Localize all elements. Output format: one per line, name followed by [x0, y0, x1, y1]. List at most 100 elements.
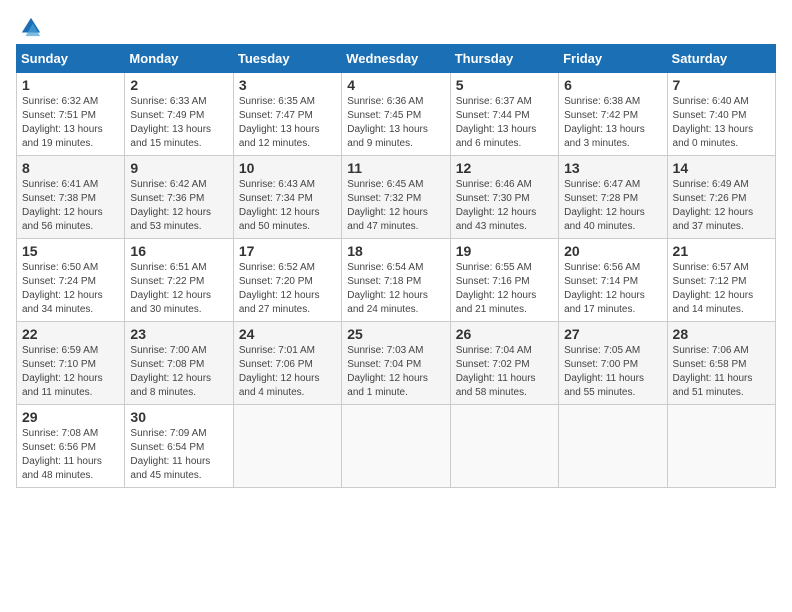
day-info: Sunrise: 6:45 AM Sunset: 7:32 PM Dayligh…: [347, 178, 444, 234]
calendar-cell: 5 Sunrise: 6:37 AM Sunset: 7:44 PM Daylig…: [450, 73, 558, 156]
day-info: Sunrise: 6:46 AM Sunset: 7:30 PM Dayligh…: [456, 178, 553, 234]
day-number: 17: [239, 243, 336, 259]
day-number: 6: [564, 77, 661, 93]
calendar-cell: 6 Sunrise: 6:38 AM Sunset: 7:42 PM Daylig…: [559, 73, 667, 156]
day-info: Sunrise: 6:41 AM Sunset: 7:38 PM Dayligh…: [22, 178, 119, 234]
day-info: Sunrise: 7:01 AM Sunset: 7:06 PM Dayligh…: [239, 344, 336, 400]
day-info: Sunrise: 7:00 AM Sunset: 7:08 PM Dayligh…: [130, 344, 227, 400]
calendar-week-row: 8 Sunrise: 6:41 AM Sunset: 7:38 PM Daylig…: [17, 156, 776, 239]
calendar-header-row: SundayMondayTuesdayWednesdayThursdayFrid…: [17, 45, 776, 73]
calendar-cell: 2 Sunrise: 6:33 AM Sunset: 7:49 PM Daylig…: [125, 73, 233, 156]
calendar-cell: 29 Sunrise: 7:08 AM Sunset: 6:56 PM Dayli…: [17, 405, 125, 488]
day-info: Sunrise: 6:54 AM Sunset: 7:18 PM Dayligh…: [347, 261, 444, 317]
calendar-cell: 19 Sunrise: 6:55 AM Sunset: 7:16 PM Dayli…: [450, 239, 558, 322]
calendar-cell: 10Sunrise: 6:43 AM Sunset: 7:34 PM Dayli…: [233, 156, 341, 239]
weekday-header: Saturday: [667, 45, 775, 73]
day-number: 1: [22, 77, 119, 93]
day-info: Sunrise: 6:55 AM Sunset: 7:16 PM Dayligh…: [456, 261, 553, 317]
day-info: Sunrise: 7:08 AM Sunset: 6:56 PM Dayligh…: [22, 427, 119, 483]
day-number: 20: [564, 243, 661, 259]
day-number: 21: [673, 243, 770, 259]
weekday-header: Tuesday: [233, 45, 341, 73]
day-info: Sunrise: 6:51 AM Sunset: 7:22 PM Dayligh…: [130, 261, 227, 317]
calendar-cell: 4 Sunrise: 6:36 AM Sunset: 7:45 PM Daylig…: [342, 73, 450, 156]
day-info: Sunrise: 6:49 AM Sunset: 7:26 PM Dayligh…: [673, 178, 770, 234]
page-header: [16, 16, 776, 38]
calendar-cell: [450, 405, 558, 488]
calendar-cell: 28 Sunrise: 7:06 AM Sunset: 6:58 PM Dayli…: [667, 322, 775, 405]
calendar-week-row: 15 Sunrise: 6:50 AM Sunset: 7:24 PM Dayli…: [17, 239, 776, 322]
day-number: 22: [22, 326, 119, 342]
calendar-cell: 25Sunrise: 7:03 AM Sunset: 7:04 PM Dayli…: [342, 322, 450, 405]
calendar-cell: [559, 405, 667, 488]
day-number: 9: [130, 160, 227, 176]
day-number: 8: [22, 160, 119, 176]
day-info: Sunrise: 6:36 AM Sunset: 7:45 PM Dayligh…: [347, 95, 444, 151]
day-info: Sunrise: 6:38 AM Sunset: 7:42 PM Dayligh…: [564, 95, 661, 151]
day-number: 15: [22, 243, 119, 259]
day-number: 12: [456, 160, 553, 176]
calendar-cell: [342, 405, 450, 488]
day-number: 18: [347, 243, 444, 259]
day-info: Sunrise: 7:06 AM Sunset: 6:58 PM Dayligh…: [673, 344, 770, 400]
calendar-cell: 1 Sunrise: 6:32 AM Sunset: 7:51 PM Daylig…: [17, 73, 125, 156]
day-info: Sunrise: 7:05 AM Sunset: 7:00 PM Dayligh…: [564, 344, 661, 400]
day-number: 29: [22, 409, 119, 425]
day-info: Sunrise: 6:42 AM Sunset: 7:36 PM Dayligh…: [130, 178, 227, 234]
day-number: 23: [130, 326, 227, 342]
weekday-header: Wednesday: [342, 45, 450, 73]
day-info: Sunrise: 6:59 AM Sunset: 7:10 PM Dayligh…: [22, 344, 119, 400]
day-number: 14: [673, 160, 770, 176]
weekday-header: Monday: [125, 45, 233, 73]
calendar-cell: [233, 405, 341, 488]
calendar-cell: 18 Sunrise: 6:54 AM Sunset: 7:18 PM Dayli…: [342, 239, 450, 322]
day-info: Sunrise: 6:37 AM Sunset: 7:44 PM Dayligh…: [456, 95, 553, 151]
day-info: Sunrise: 7:09 AM Sunset: 6:54 PM Dayligh…: [130, 427, 227, 483]
weekday-header: Sunday: [17, 45, 125, 73]
calendar-cell: 16Sunrise: 6:51 AM Sunset: 7:22 PM Dayli…: [125, 239, 233, 322]
day-number: 5: [456, 77, 553, 93]
calendar-cell: 15 Sunrise: 6:50 AM Sunset: 7:24 PM Dayli…: [17, 239, 125, 322]
calendar-cell: 7 Sunrise: 6:40 AM Sunset: 7:40 PM Daylig…: [667, 73, 775, 156]
day-number: 11: [347, 160, 444, 176]
calendar-cell: 17 Sunrise: 6:52 AM Sunset: 7:20 PM Dayli…: [233, 239, 341, 322]
day-info: Sunrise: 6:47 AM Sunset: 7:28 PM Dayligh…: [564, 178, 661, 234]
calendar-table: SundayMondayTuesdayWednesdayThursdayFrid…: [16, 44, 776, 488]
day-number: 2: [130, 77, 227, 93]
day-number: 4: [347, 77, 444, 93]
weekday-header: Thursday: [450, 45, 558, 73]
day-info: Sunrise: 6:57 AM Sunset: 7:12 PM Dayligh…: [673, 261, 770, 317]
day-number: 7: [673, 77, 770, 93]
day-info: Sunrise: 6:40 AM Sunset: 7:40 PM Dayligh…: [673, 95, 770, 151]
day-number: 10: [239, 160, 336, 176]
calendar-cell: 13 Sunrise: 6:47 AM Sunset: 7:28 PM Dayli…: [559, 156, 667, 239]
calendar-cell: 30 Sunrise: 7:09 AM Sunset: 6:54 PM Dayli…: [125, 405, 233, 488]
day-info: Sunrise: 6:33 AM Sunset: 7:49 PM Dayligh…: [130, 95, 227, 151]
calendar-cell: 3 Sunrise: 6:35 AM Sunset: 7:47 PM Daylig…: [233, 73, 341, 156]
logo: [16, 16, 42, 38]
calendar-cell: 24 Sunrise: 7:01 AM Sunset: 7:06 PM Dayli…: [233, 322, 341, 405]
calendar-cell: 22 Sunrise: 6:59 AM Sunset: 7:10 PM Dayli…: [17, 322, 125, 405]
day-number: 19: [456, 243, 553, 259]
day-number: 30: [130, 409, 227, 425]
day-info: Sunrise: 6:52 AM Sunset: 7:20 PM Dayligh…: [239, 261, 336, 317]
day-info: Sunrise: 7:03 AM Sunset: 7:04 PM Dayligh…: [347, 344, 444, 400]
calendar-week-row: 1 Sunrise: 6:32 AM Sunset: 7:51 PM Daylig…: [17, 73, 776, 156]
calendar-cell: 27 Sunrise: 7:05 AM Sunset: 7:00 PM Dayli…: [559, 322, 667, 405]
day-info: Sunrise: 6:32 AM Sunset: 7:51 PM Dayligh…: [22, 95, 119, 151]
weekday-header: Friday: [559, 45, 667, 73]
calendar-cell: 23 Sunrise: 7:00 AM Sunset: 7:08 PM Dayli…: [125, 322, 233, 405]
day-number: 27: [564, 326, 661, 342]
calendar-cell: 26 Sunrise: 7:04 AM Sunset: 7:02 PM Dayli…: [450, 322, 558, 405]
day-info: Sunrise: 6:50 AM Sunset: 7:24 PM Dayligh…: [22, 261, 119, 317]
day-number: 13: [564, 160, 661, 176]
day-number: 3: [239, 77, 336, 93]
calendar-cell: 9 Sunrise: 6:42 AM Sunset: 7:36 PM Daylig…: [125, 156, 233, 239]
day-number: 28: [673, 326, 770, 342]
day-number: 24: [239, 326, 336, 342]
day-number: 26: [456, 326, 553, 342]
calendar-cell: 20Sunrise: 6:56 AM Sunset: 7:14 PM Dayli…: [559, 239, 667, 322]
calendar-week-row: 29 Sunrise: 7:08 AM Sunset: 6:56 PM Dayli…: [17, 405, 776, 488]
day-info: Sunrise: 6:35 AM Sunset: 7:47 PM Dayligh…: [239, 95, 336, 151]
day-info: Sunrise: 7:04 AM Sunset: 7:02 PM Dayligh…: [456, 344, 553, 400]
